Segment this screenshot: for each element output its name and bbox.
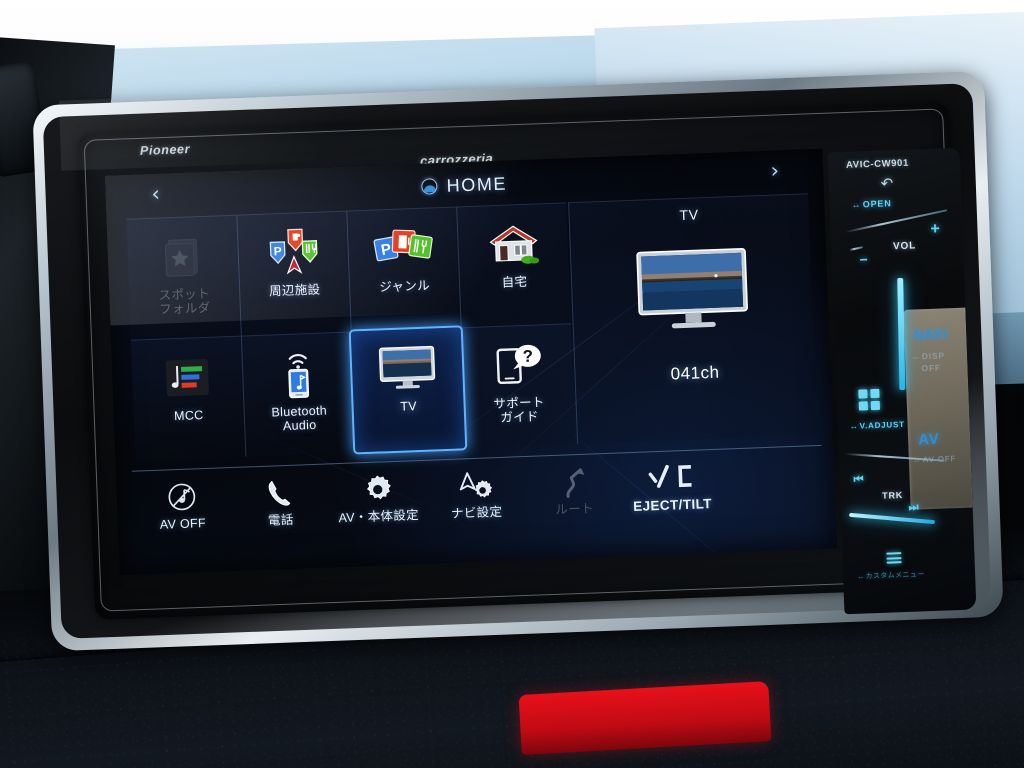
tile-home-address[interactable]: 自宅 — [456, 202, 571, 328]
tv-monitor-large-icon — [634, 247, 749, 340]
tile-label: ジャンル — [379, 278, 431, 295]
route-arrow-icon — [559, 465, 588, 500]
hamburger-menu-icon[interactable] — [886, 552, 902, 564]
panel-divider — [849, 246, 864, 252]
track-previous-button[interactable]: ⏮ — [853, 473, 864, 486]
volume-up-button[interactable]: + — [930, 220, 941, 238]
cyan-light-strip-2 — [849, 512, 936, 525]
bluetooth-phone-icon — [262, 343, 334, 404]
cyan-light-strip — [897, 277, 906, 391]
toolbar-eject-tilt[interactable]: EJECT/TILT — [622, 460, 722, 515]
spot-folder-star-icon — [147, 226, 219, 287]
nav-arrow-gear-icon — [457, 468, 494, 503]
tile-label: TV — [400, 399, 418, 414]
navi-button-label: NAVI — [914, 326, 948, 343]
custom-menu-label[interactable]: ↔ カスタムメニュー — [857, 569, 925, 581]
bottom-toolbar: AV OFF 電話 AV・本体設定 ナビ設定 ルート EJECT/TILT — [131, 444, 825, 567]
mcc-equalizer-icon — [151, 347, 223, 408]
tile-label: Bluetooth Audio — [271, 403, 328, 434]
svg-text:?: ? — [522, 347, 533, 366]
vol-label: VOL — [892, 240, 917, 253]
av-button-label: AV — [917, 430, 940, 449]
house-icon — [477, 214, 549, 275]
eject-tilt-icon — [647, 461, 696, 497]
tile-support-guide[interactable]: ? サポート ガイド — [460, 323, 576, 449]
model-label: AVIC-CW901 — [845, 157, 910, 171]
tile-genre[interactable]: P ジャンル — [346, 206, 461, 332]
map-pins-poi-icon: P — [257, 222, 329, 283]
back-arrow-icon[interactable]: ↶ — [880, 174, 893, 192]
tile-tv[interactable]: TV — [350, 327, 466, 453]
tile-nearby-facilities[interactable]: P 周辺施設 — [236, 210, 351, 336]
toolbar-navi-settings[interactable]: ナビ設定 — [426, 467, 526, 522]
navi-av-side-tab[interactable]: NAVI ↔ DISP OFF AV ↔ AV OFF — [903, 307, 973, 510]
trk-label: TRK — [882, 490, 904, 501]
disp-off-label-2: OFF — [921, 362, 942, 374]
home-tile-grid: スポット フォルダ P 周辺施設 P ジャンル 自宅 MCC Bluetooth… — [126, 202, 576, 461]
svg-text:P: P — [273, 244, 282, 258]
dashboard-photo: Pioneer carrozzeria HOME ‹ › スポット フォルダ P… — [0, 0, 1024, 768]
tv-panel-title: TV — [679, 206, 700, 224]
toolbar-av-system-settings[interactable]: AV・本体設定 — [328, 471, 428, 526]
tv-preview-panel[interactable]: TV 041ch — [568, 193, 817, 445]
phone-handset-icon — [265, 476, 294, 511]
globe-icon — [421, 178, 438, 195]
av-off-muted-note-icon — [166, 479, 197, 514]
toolbar-av-off[interactable]: AV OFF — [132, 478, 232, 533]
toolbar-label: ナビ設定 — [450, 504, 503, 521]
genre-cards-icon: P — [367, 218, 439, 279]
toolbar-label: AV OFF — [159, 516, 207, 532]
track-next-button[interactable]: ⏭ — [908, 501, 919, 514]
tv-channel-label: 041ch — [670, 362, 720, 384]
tile-label: MCC — [173, 408, 204, 424]
navigation-screen[interactable]: HOME ‹ › スポット フォルダ P 周辺施設 P ジャンル 自宅 MCC … — [104, 148, 838, 576]
open-button-label[interactable]: ↔ OPEN — [851, 198, 891, 209]
toolbar-label: ルート — [555, 501, 595, 517]
toolbar-phone[interactable]: 電話 — [230, 474, 330, 529]
gear-icon — [362, 472, 393, 507]
support-guide-question-icon: ? — [482, 335, 554, 396]
tile-label: スポット フォルダ — [158, 286, 211, 317]
toolbar-label: EJECT/TILT — [632, 496, 713, 515]
tv-monitor-icon — [371, 338, 443, 399]
volume-down-button[interactable]: − — [859, 251, 869, 267]
tile-bluetooth-audio[interactable]: Bluetooth Audio — [240, 331, 356, 457]
toolbar-label: 電話 — [267, 512, 294, 528]
v-adjust-label[interactable]: ↔ V.ADJUST — [849, 420, 905, 431]
tile-label: 自宅 — [501, 274, 528, 290]
tile-label: サポート ガイド — [493, 395, 545, 425]
prev-page-arrow-icon[interactable]: ‹ — [151, 182, 160, 206]
disp-off-label: ↔ DISP — [910, 350, 945, 362]
next-page-arrow-icon[interactable]: › — [770, 158, 779, 182]
hardware-control-panel: AVIC-CW901 ↶ ↔ OPEN + VOL − NAVI ↔ DISP … — [827, 147, 977, 615]
toolbar-route[interactable]: ルート — [524, 463, 624, 518]
page-title: HOME — [446, 173, 508, 196]
brand-pioneer: Pioneer — [139, 142, 191, 158]
grid-four-squares-icon[interactable] — [858, 388, 881, 411]
tile-label: 周辺施設 — [268, 282, 321, 299]
tile-mcc[interactable]: MCC — [130, 335, 246, 461]
tile-spot-folder[interactable]: スポット フォルダ — [126, 214, 241, 340]
toolbar-label: AV・本体設定 — [338, 508, 420, 526]
